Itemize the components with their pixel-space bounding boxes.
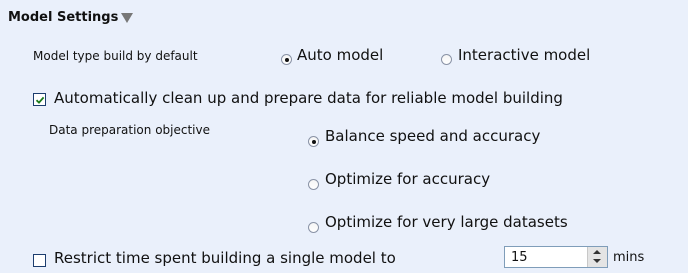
prep-objective-label: Data preparation objective [49,123,210,137]
increment-icon[interactable] [588,247,607,257]
radio-interactive-model-label[interactable]: Interactive model [458,46,590,64]
radio-optimize-accuracy[interactable] [308,179,319,190]
model-type-label: Model type build by default [33,49,198,63]
decrement-icon[interactable] [588,257,607,267]
time-limit-stepper[interactable] [504,246,608,268]
radio-auto-model-label[interactable]: Auto model [297,46,383,64]
radio-optimize-large-datasets[interactable] [308,222,319,233]
restrict-time-checkbox[interactable] [33,254,46,267]
time-limit-input[interactable] [505,247,585,267]
checkmark-icon [35,96,45,104]
radio-auto-model[interactable] [281,54,292,65]
section-title: Model Settings [8,9,119,25]
radio-balance-speed-accuracy-label[interactable]: Balance speed and accuracy [325,127,540,145]
radio-optimize-accuracy-label[interactable]: Optimize for accuracy [325,170,490,188]
time-unit-label: mins [613,250,645,265]
radio-balance-speed-accuracy[interactable] [308,136,319,147]
model-settings-panel: Model Settings Model type build by defau… [0,0,688,273]
section-header[interactable]: Model Settings [8,7,134,27]
restrict-time-label[interactable]: Restrict time spent building a single mo… [54,249,396,267]
radio-interactive-model[interactable] [441,54,452,65]
collapse-caret-icon[interactable] [121,12,134,23]
auto-clean-checkbox[interactable] [33,93,46,106]
stepper-buttons[interactable] [587,247,607,267]
auto-clean-label[interactable]: Automatically clean up and prepare data … [54,89,563,107]
radio-optimize-large-datasets-label[interactable]: Optimize for very large datasets [325,213,568,231]
